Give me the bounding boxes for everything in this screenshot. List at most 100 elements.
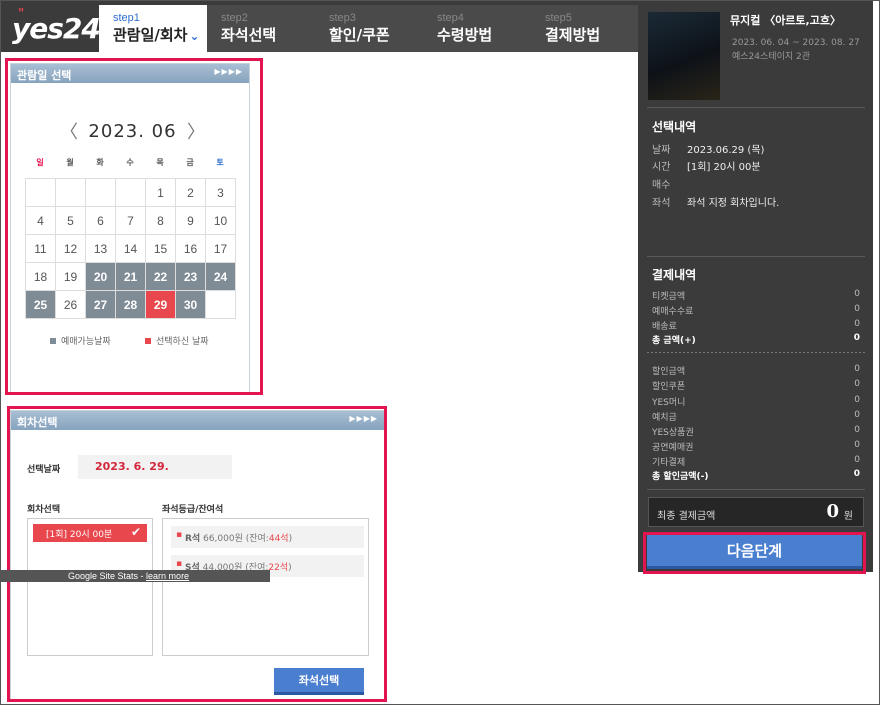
calendar-grid: 1 2 3 4 5 6 7 8 9 10 11 12 13 14 15 16 17 18 19 20 21 22 23 24 2… [25,178,236,319]
calendar-day: 6 [85,206,116,235]
row-key: 배송료 [652,322,677,332]
step-3-tab[interactable]: step3 할인/쿠폰 [315,5,423,52]
seat-remaining: 22석 [268,563,289,573]
selection-count-row: 매수 [652,176,687,191]
show-info: 2023. 06. 04 ~ 2023. 08. 27 예스24스테이지 2관 [732,36,860,64]
step-number: step5 [545,12,572,24]
payment-row: 예매수수료 0 [652,304,860,317]
next-month-icon[interactable]: 〉 [187,118,205,144]
weekday-label: 목 [156,158,164,167]
step-name: 결제방법 [545,26,601,44]
weekday-label: 일 [36,158,44,167]
show-venue: 예스24스테이지 2관 [732,52,810,62]
calendar-week: 18 19 20 21 22 23 24 [25,262,236,291]
calendar-day-available[interactable]: 28 [115,290,146,319]
row-value: 0 [853,469,860,479]
seat-close: ) [288,534,293,544]
step-2-tab[interactable]: step2 좌석선택 [207,5,315,52]
calendar-day: 12 [55,234,86,263]
legend-selected: 선택하신 날짜 [145,334,209,347]
check-icon: ✔ [130,525,141,539]
payment-title: 결제내역 [652,268,697,282]
divider [647,107,865,108]
row-value: 0 [854,395,860,405]
row-value: 0 [853,333,860,343]
calendar-day-available[interactable]: 22 [145,262,176,291]
calendar-day: 3 [205,178,236,207]
calendar-day-available[interactable]: 25 [25,290,56,319]
round-item-selected[interactable]: [1회] 20시 00분 ✔ [33,524,147,542]
row-key: 시간 [652,162,671,173]
calendar-day: 8 [145,206,176,235]
bullet-icon: ▪ [176,530,183,540]
calendar-day-available[interactable]: 27 [85,290,116,319]
step-name: 수령방법 [437,26,493,44]
calendar-day-available[interactable]: 24 [205,262,236,291]
row-key: 예치금 [652,413,677,423]
calendar-empty-cell [55,178,86,207]
chevron-down-icon: ⌄ [189,29,200,43]
row-value: 0 [854,425,860,435]
discount-row: 할인쿠폰 0 [652,379,860,392]
row-key: 매수 [652,180,671,191]
calendar-week: 25 26 27 28 29 30 [25,290,236,319]
step-5-tab[interactable]: step5 결제방법 [531,5,639,52]
calendar-day: 11 [25,234,56,263]
row-key: 할인쿠폰 [652,382,686,392]
learn-more-link[interactable]: learn more [146,571,189,581]
site-stats-overlay: Google Site Stats - learn more [0,570,270,582]
booking-summary-sidebar: 뮤지컬 〈아르토,고흐〉 2023. 06. 04 ~ 2023. 08. 27… [638,0,873,572]
weekday-label: 화 [96,158,104,167]
date-panel-header: 관람일 선택 ▶▶▶▶ [11,64,249,83]
arrows-icon: ▶▶▶▶ [349,414,378,423]
calendar-day: 1 [145,178,176,207]
discount-row: 예치금 0 [652,410,860,423]
show-period: 2023. 06. 04 ~ 2023. 08. 27 [732,38,860,48]
legend-selected-label: 선택하신 날짜 [156,337,209,347]
select-seat-button[interactable]: 좌석선택 [274,668,364,695]
discount-total-row: 총 할인금액(-) 0 [652,469,860,482]
month-title: 2023. 06 [88,120,177,142]
stats-text: Google Site Stats - [68,571,147,581]
step-1-tab[interactable]: step1 관람일/회차 ⌄ [99,5,207,52]
weekday-label: 월 [66,158,74,167]
step-number: step3 [329,12,356,24]
legend-available: 예매가능날짜 [50,334,111,347]
row-key: 날짜 [652,145,671,156]
row-key: YES머니 [652,398,686,408]
show-title: 뮤지컬 〈아르토,고흐〉 [730,14,841,27]
seat-grade: R석 [185,534,201,544]
next-step-button[interactable]: 다음단계 [647,535,862,569]
bullet-icon: ▪ [176,559,183,569]
round-list: [1회] 20시 00분 ✔ [27,518,153,656]
selected-date-value: 2023. 6. 29. [78,455,232,479]
calendar-empty-cell [115,178,146,207]
step-name: 할인/쿠폰 [329,26,390,44]
row-value: 0 [854,304,860,314]
row-key: YES상품권 [652,428,694,438]
payment-row: 티켓금액 0 [652,289,860,302]
yes24-logo[interactable]: " yes24 [12,6,101,45]
calendar-day-selected[interactable]: 29 [145,290,176,319]
calendar-day-available[interactable]: 21 [115,262,146,291]
prev-month-icon[interactable]: 〈 [60,118,78,144]
step-number: step1 [113,12,140,24]
calendar-day-available[interactable]: 30 [175,290,206,319]
discount-row: YES상품권 0 [652,425,860,438]
calendar-day: 10 [205,206,236,235]
row-value: 좌석 지정 회차입니다. [687,198,780,209]
calendar-day-available[interactable]: 23 [175,262,206,291]
row-value: 0 [854,379,860,389]
calendar-day-available[interactable]: 20 [85,262,116,291]
row-value: 0 [854,319,860,329]
seat-grade-label: 좌석등급/잔여석 [162,505,224,515]
legend-available-label: 예매가능날짜 [61,337,111,347]
calendar-day: 17 [205,234,236,263]
row-key: 총 할인금액(-) [652,472,709,482]
step-4-tab[interactable]: step4 수령방법 [423,5,531,52]
row-value: 0 [854,364,860,374]
row-value: 0 [854,440,860,450]
divider [647,256,865,257]
calendar-day: 26 [55,290,86,319]
row-key: 예매수수료 [652,307,694,317]
